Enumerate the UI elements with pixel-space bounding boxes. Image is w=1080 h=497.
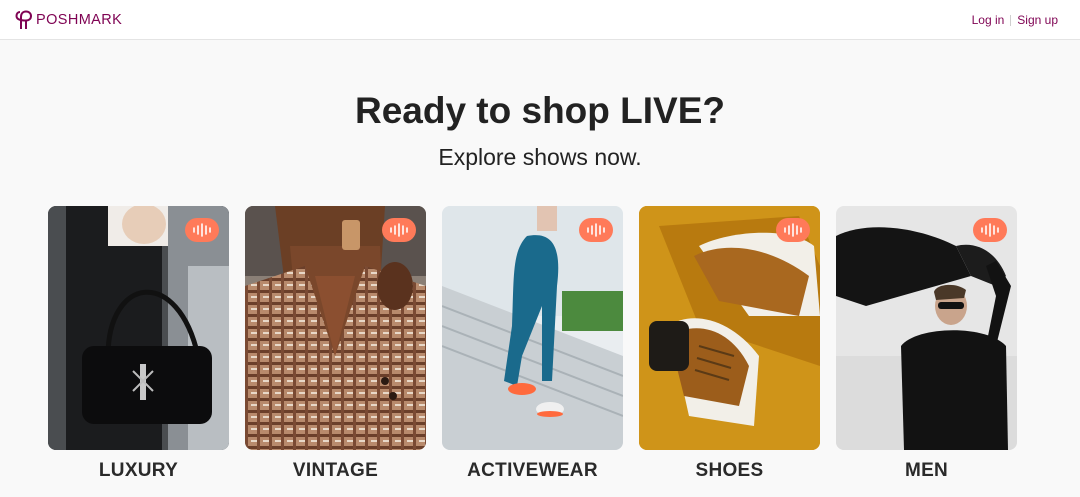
category-label[interactable]: LUXURY <box>48 460 229 482</box>
category-label[interactable]: ACTIVEWEAR <box>442 460 623 482</box>
category-card-men[interactable]: MEN <box>836 206 1017 482</box>
category-label[interactable]: MEN <box>836 460 1017 482</box>
category-image-men[interactable] <box>836 206 1017 450</box>
live-audio-icon <box>981 223 999 237</box>
live-audio-icon <box>193 223 211 237</box>
category-image-shoes[interactable] <box>639 206 820 450</box>
auth-links: Log in Sign up <box>972 12 1058 28</box>
category-label[interactable]: SHOES <box>639 460 820 482</box>
category-image-luxury[interactable] <box>48 206 229 450</box>
live-badge <box>579 218 613 242</box>
live-badge <box>185 218 219 242</box>
page-subtitle: Explore shows now. <box>438 144 642 170</box>
category-card-vintage[interactable]: VINTAGE <box>245 206 426 482</box>
shoes-sneakers-photo <box>639 206 820 450</box>
activewear-runner-photo <box>442 206 623 450</box>
live-badge <box>973 218 1007 242</box>
live-audio-icon <box>390 223 408 237</box>
live-audio-icon <box>784 223 802 237</box>
poshmark-logo[interactable]: POSHMARK <box>15 10 122 30</box>
category-image-activewear[interactable] <box>442 206 623 450</box>
luxury-handbag-photo <box>48 206 229 450</box>
category-label[interactable]: VINTAGE <box>245 460 426 482</box>
live-audio-icon <box>587 223 605 237</box>
live-badge <box>382 218 416 242</box>
vintage-plaid-blazer-photo <box>245 206 426 450</box>
login-link[interactable]: Log in <box>972 12 1005 28</box>
live-badge <box>776 218 810 242</box>
poshmark-logo-icon <box>15 10 32 29</box>
page-title: Ready to shop LIVE? <box>354 90 726 131</box>
category-card-shoes[interactable]: SHOES <box>639 206 820 482</box>
brand-name: POSHMARK <box>36 12 123 28</box>
category-card-luxury[interactable]: LUXURY <box>48 206 229 482</box>
signup-link[interactable]: Sign up <box>1017 12 1058 28</box>
category-card-list: LUXURY VINTAGE ACTIVEWEAR SHOES MEN <box>48 206 1017 482</box>
top-navigation-bar: POSHMARK Log in Sign up <box>0 0 1080 40</box>
category-image-vintage[interactable] <box>245 206 426 450</box>
category-card-activewear[interactable]: ACTIVEWEAR <box>442 206 623 482</box>
men-fashion-photo <box>836 206 1017 450</box>
auth-divider <box>1010 14 1012 26</box>
